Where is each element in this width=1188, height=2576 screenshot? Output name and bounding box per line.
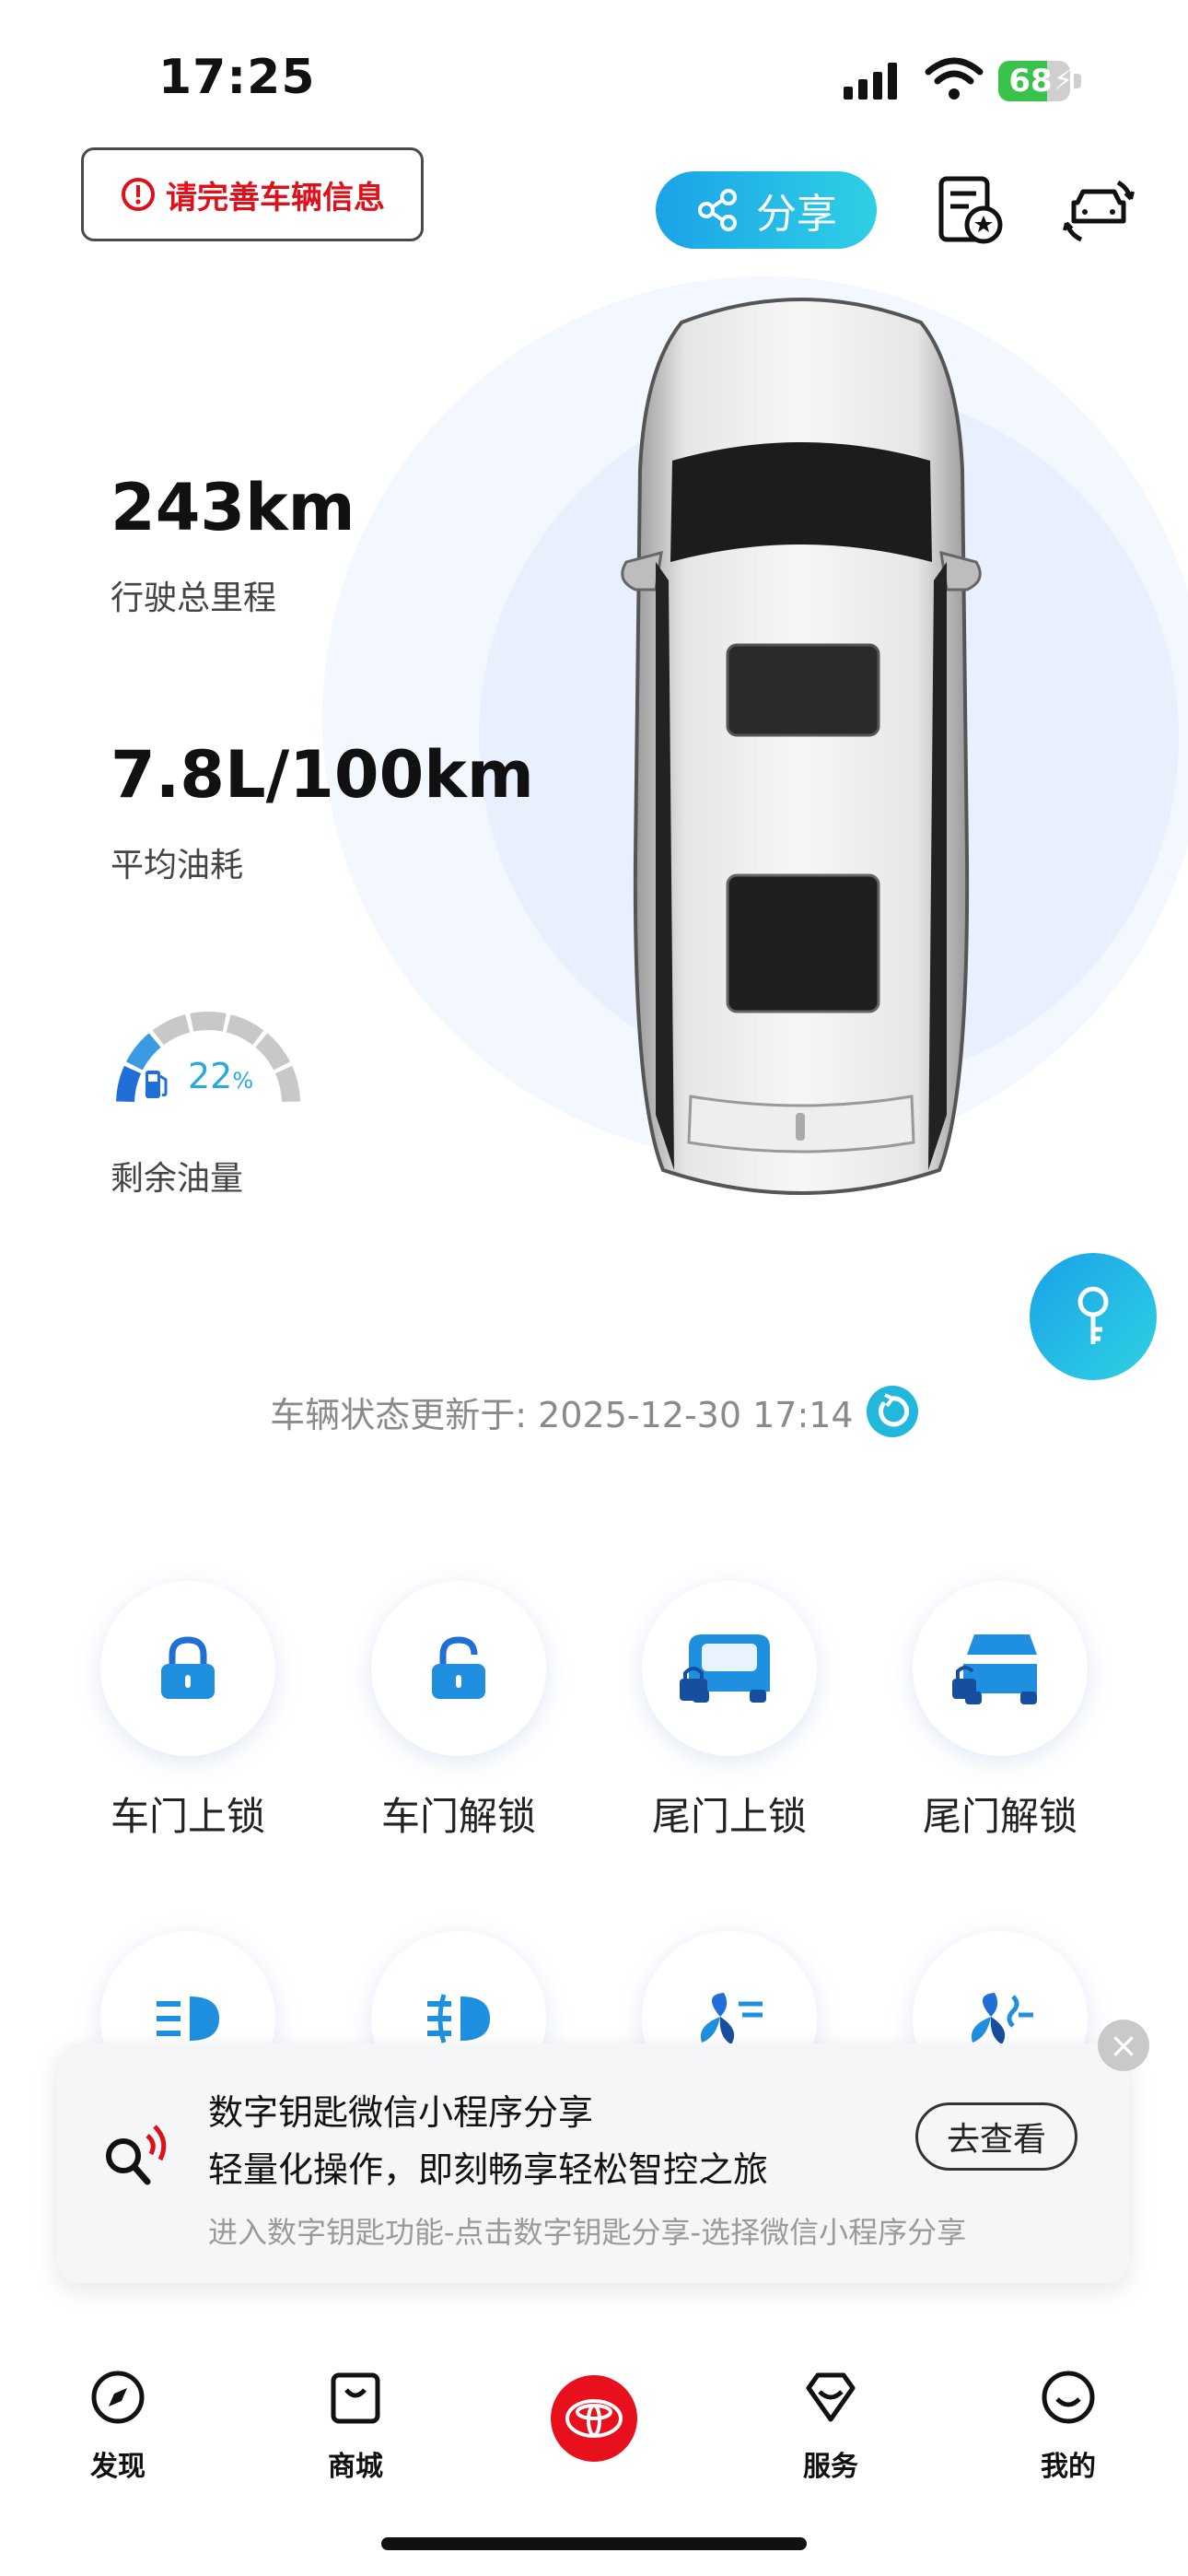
control-label: 车门解锁 bbox=[380, 1794, 536, 1839]
control-label: 车门上锁 bbox=[110, 1794, 265, 1839]
tab-discover[interactable]: 发现 bbox=[44, 2368, 192, 2484]
tab-mine[interactable]: 我的 bbox=[995, 2368, 1142, 2484]
tab-label: 服务 bbox=[803, 2451, 858, 2483]
shopping-bag-icon bbox=[331, 2372, 380, 2424]
fuel-gauge-segment bbox=[190, 1012, 227, 1032]
switch-vehicle-icon[interactable] bbox=[1063, 175, 1136, 245]
complete-info-label: 请完善车辆信息 bbox=[166, 179, 385, 217]
share-button[interactable]: 分享 bbox=[656, 171, 877, 249]
share-label: 分享 bbox=[756, 191, 837, 238]
cellular-signal-icon bbox=[844, 63, 897, 100]
info-circle-icon bbox=[122, 178, 155, 211]
door-lock-control[interactable]: 车门上锁 bbox=[68, 1581, 308, 1842]
complete-vehicle-info-button[interactable]: 请完善车辆信息 bbox=[81, 147, 424, 241]
document-star-icon[interactable] bbox=[936, 175, 1006, 247]
door-unlock-control[interactable]: 车门解锁 bbox=[339, 1581, 578, 1842]
promo-view-button[interactable]: 去查看 bbox=[915, 2102, 1077, 2171]
tab-mall[interactable]: 商城 bbox=[282, 2368, 429, 2484]
key-icon bbox=[1077, 1286, 1109, 1344]
promo-subtitle: 轻量化操作，即刻畅享轻松智控之旅 bbox=[208, 2149, 769, 2190]
vehicle-top-view-image bbox=[621, 298, 982, 1195]
search-key-icon bbox=[106, 2125, 167, 2185]
tailgate-unlock-control[interactable]: 尾门解锁 bbox=[880, 1581, 1120, 1842]
vehicle-status-update: 车辆状态更新于: 2025-12-30 17:14 bbox=[0, 1386, 1188, 1437]
tab-label: 发现 bbox=[90, 2451, 146, 2483]
fuel-percent-value: 22 bbox=[188, 1056, 233, 1096]
vehicle-status-text: 车辆状态更新于: 2025-12-30 17:14 bbox=[270, 1394, 854, 1435]
battery-indicator: 68 ⚡ bbox=[998, 61, 1083, 101]
share-icon bbox=[698, 189, 737, 231]
control-label: 尾门上锁 bbox=[651, 1794, 807, 1839]
home-indicator bbox=[381, 2537, 807, 2550]
fuel-gauge-segment bbox=[226, 1014, 264, 1046]
tailgate-lock-icon bbox=[642, 1581, 817, 1756]
fuel-percent-unit: % bbox=[232, 1068, 254, 1094]
fuel-gauge-segment bbox=[126, 1033, 161, 1071]
charging-bolt-icon: ⚡ bbox=[1054, 64, 1074, 97]
fuel-gauge-segment bbox=[152, 1014, 191, 1046]
mileage-value: 243km bbox=[111, 470, 355, 545]
compass-icon bbox=[91, 2371, 145, 2424]
tab-label: 我的 bbox=[1041, 2451, 1096, 2483]
tab-label: 商城 bbox=[328, 2451, 383, 2483]
tailgate-unlock-icon bbox=[913, 1581, 1088, 1756]
toyota-logo-icon[interactable] bbox=[551, 2375, 637, 2462]
status-time: 17:25 bbox=[158, 50, 316, 105]
fuel-gauge: 22% bbox=[107, 1001, 309, 1111]
refresh-icon[interactable] bbox=[866, 1386, 918, 1437]
wifi-icon bbox=[925, 57, 984, 100]
diamond-icon bbox=[806, 2372, 856, 2422]
fuel-level-label: 剩余油量 bbox=[111, 1160, 244, 1198]
promo-hint: 进入数字钥匙功能-点击数字钥匙分享-选择微信小程序分享 bbox=[208, 2215, 967, 2250]
fuel-economy-value: 7.8L/100km bbox=[111, 737, 534, 813]
close-icon[interactable]: × bbox=[1098, 2020, 1149, 2071]
fuel-economy-label: 平均油耗 bbox=[111, 847, 244, 884]
fuel-gauge-segment bbox=[274, 1065, 300, 1103]
fuel-gauge-segment bbox=[116, 1065, 142, 1103]
lock-icon bbox=[100, 1581, 275, 1756]
control-label: 尾门解锁 bbox=[922, 1794, 1077, 1839]
smiley-icon bbox=[1042, 2371, 1095, 2424]
promo-title: 数字钥匙微信小程序分享 bbox=[208, 2092, 594, 2133]
mileage-label: 行驶总里程 bbox=[111, 580, 277, 617]
fuel-pump-icon bbox=[146, 1071, 168, 1098]
fuel-gauge-segment bbox=[255, 1033, 290, 1071]
digital-key-button[interactable] bbox=[1030, 1253, 1157, 1380]
unlock-icon bbox=[371, 1581, 546, 1756]
tailgate-lock-control[interactable]: 尾门上锁 bbox=[610, 1581, 849, 1842]
tab-service[interactable]: 服务 bbox=[757, 2368, 904, 2484]
